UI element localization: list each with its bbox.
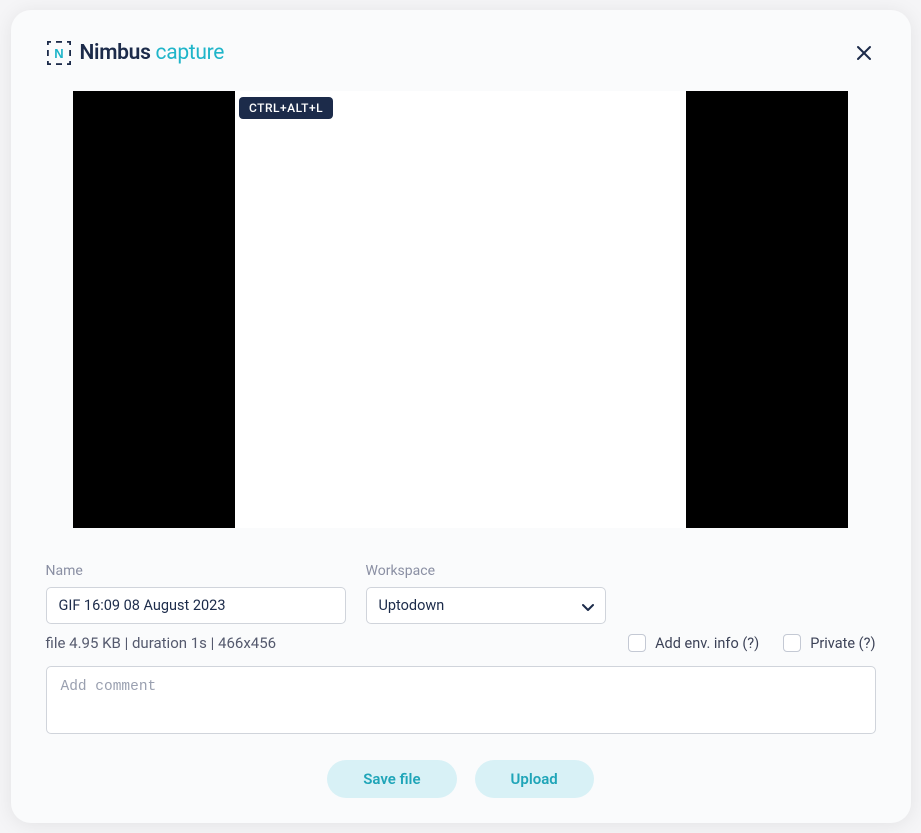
env-info-checkbox[interactable] (628, 634, 646, 652)
private-option[interactable]: Private (?) (783, 634, 875, 652)
meta-row: file 4.95 KB | duration 1s | 466x456 Add… (46, 634, 876, 652)
workspace-label: Workspace (366, 563, 606, 579)
workspace-value[interactable] (366, 587, 606, 624)
logo-text: Nimbus capture (80, 41, 225, 65)
action-buttons: Save file Upload (46, 760, 876, 798)
name-input[interactable] (46, 587, 346, 624)
comment-input[interactable] (46, 666, 876, 734)
name-field-group: Name (46, 563, 346, 624)
form-row: Name Workspace (46, 563, 876, 624)
workspace-select[interactable] (366, 587, 606, 624)
upload-button[interactable]: Upload (475, 760, 594, 798)
logo: N Nimbus capture (46, 40, 225, 66)
shortcut-badge: CTRL+ALT+L (239, 97, 333, 119)
preview-content: CTRL+ALT+L (235, 91, 686, 528)
capture-dialog: N Nimbus capture CTRL+ALT+L Name Workspa… (11, 10, 911, 823)
logo-text-nimbus: Nimbus (80, 41, 151, 65)
capture-preview: CTRL+ALT+L (73, 91, 848, 528)
close-button[interactable] (852, 41, 876, 65)
private-checkbox[interactable] (783, 634, 801, 652)
nimbus-logo-icon: N (46, 40, 72, 66)
close-icon (856, 45, 872, 61)
private-label: Private (?) (810, 635, 875, 652)
save-file-button[interactable]: Save file (327, 760, 456, 798)
dialog-header: N Nimbus capture (46, 40, 876, 66)
svg-text:N: N (54, 46, 63, 61)
name-label: Name (46, 563, 346, 579)
options-checks: Add env. info (?) Private (?) (628, 634, 875, 652)
env-info-label: Add env. info (?) (655, 635, 759, 652)
file-info: file 4.95 KB | duration 1s | 466x456 (46, 634, 277, 652)
logo-text-capture: capture (151, 41, 225, 65)
env-info-option[interactable]: Add env. info (?) (628, 634, 759, 652)
workspace-field-group: Workspace (366, 563, 606, 624)
